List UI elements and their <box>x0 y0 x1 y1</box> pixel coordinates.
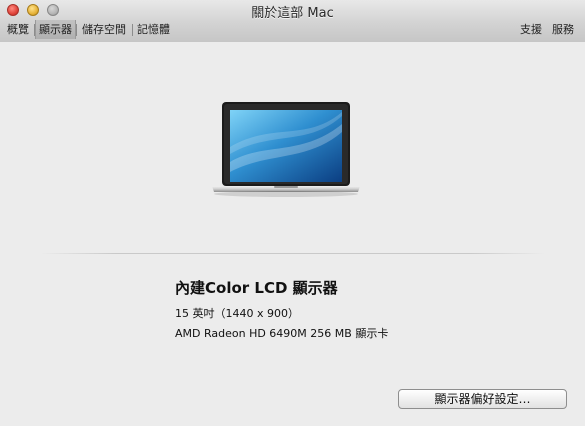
title-bar: 關於這部 Mac 概覽 顯示器 儲存空間 記憶體 支援 服務 <box>0 0 585 43</box>
displays-pane: 內建Color LCD 顯示器 15 英吋（1440 x 900） AMD Ra… <box>0 42 585 426</box>
tab-overview[interactable]: 概覽 <box>4 20 32 39</box>
laptop-illustration <box>212 102 360 197</box>
about-this-mac-window: 關於這部 Mac 概覽 顯示器 儲存空間 記憶體 支援 服務 內建Color L… <box>0 0 585 426</box>
macbook-pro-image <box>212 102 368 202</box>
support-link[interactable]: 支援 <box>520 20 542 39</box>
display-size-resolution: 15 英吋（1440 x 900） <box>175 307 299 320</box>
section-divider <box>40 253 545 254</box>
graphics-card-info: AMD Radeon HD 6490M 256 MB 顯示卡 <box>175 327 389 340</box>
tab-separator <box>132 24 133 36</box>
tab-memory[interactable]: 記憶體 <box>134 20 173 39</box>
display-preferences-button[interactable]: 顯示器偏好設定… <box>398 389 567 409</box>
tab-bar: 概覽 顯示器 儲存空間 記憶體 支援 服務 <box>0 20 585 40</box>
tab-displays[interactable]: 顯示器 <box>35 20 76 39</box>
service-link[interactable]: 服務 <box>552 20 574 39</box>
tab-storage[interactable]: 儲存空間 <box>79 20 129 39</box>
display-name: 內建Color LCD 顯示器 <box>175 279 338 297</box>
window-title: 關於這部 Mac <box>251 6 334 21</box>
tab-separator <box>76 24 77 36</box>
